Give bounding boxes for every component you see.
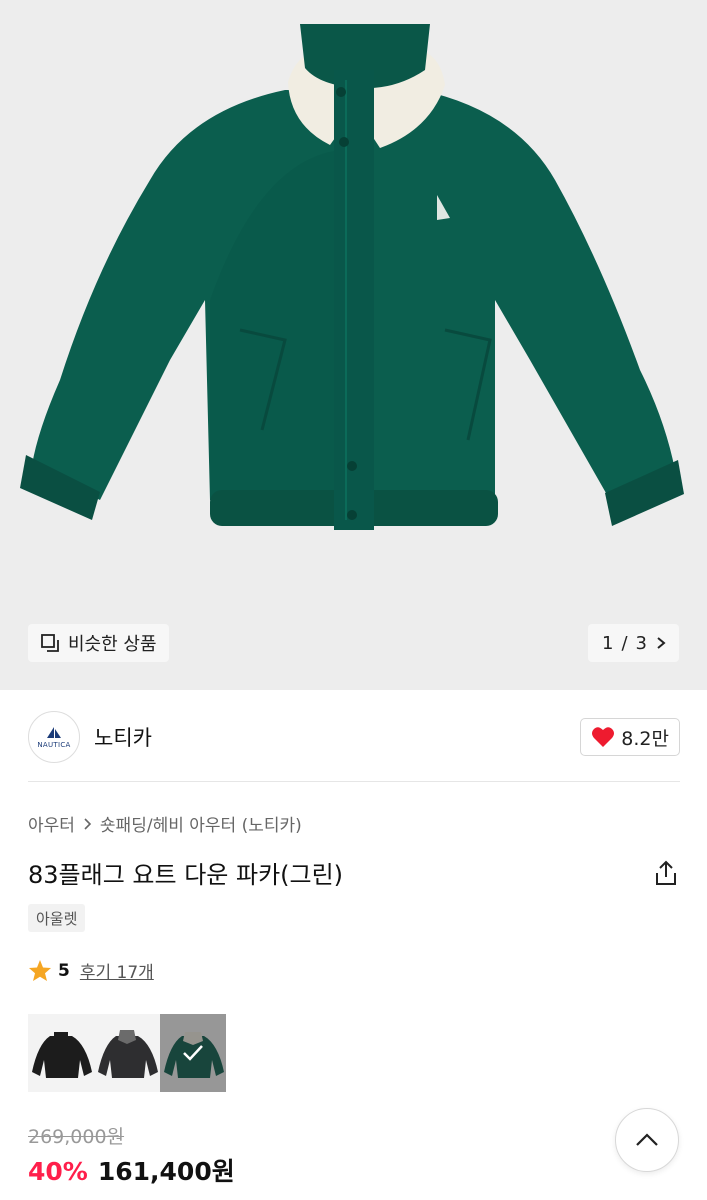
page-total: 3: [635, 632, 647, 654]
rating-score: 5: [58, 960, 70, 981]
jacket-thumbnail: [98, 1030, 158, 1078]
brand-name[interactable]: 노티카: [94, 722, 152, 752]
chevron-right-icon: [84, 817, 92, 830]
like-count: 8.2만: [621, 727, 669, 750]
scroll-to-top-button[interactable]: [615, 1108, 679, 1172]
original-price: 269,000원: [28, 1126, 125, 1148]
sale-price: 161,400원: [97, 1157, 235, 1186]
breadcrumb-level2[interactable]: 숏패딩/헤비 아우터 (노티카): [100, 811, 302, 836]
outlet-tag: 아울렛: [28, 904, 86, 932]
star-icon: [29, 960, 51, 981]
discount-rate: 40%: [28, 1157, 88, 1186]
breadcrumb-level1[interactable]: 아우터: [28, 811, 75, 836]
similar-products-button[interactable]: 비슷한 상품: [28, 624, 169, 662]
share-icon: [656, 860, 676, 885]
divider: [28, 781, 680, 782]
title-row: 83플래그 요트 다운 파카(그린): [28, 855, 680, 890]
rating-row: 5 후기 17개: [28, 958, 154, 983]
sail-logo-icon: [47, 726, 61, 738]
like-button[interactable]: 8.2만: [580, 718, 680, 756]
similar-icon: [41, 634, 59, 652]
brand-row: NAUTICA 노티카 8.2만: [28, 710, 680, 764]
product-title: 83플래그 요트 다운 파카(그린): [28, 861, 344, 889]
breadcrumb: 아우터 숏패딩/헤비 아우터 (노티카): [28, 811, 302, 836]
color-option-charcoal[interactable]: [94, 1014, 160, 1092]
check-icon: [183, 1045, 203, 1061]
color-options: [28, 1014, 226, 1092]
similar-products-label: 비슷한 상품: [68, 634, 157, 655]
color-option-green[interactable]: [160, 1014, 226, 1092]
gallery-page-indicator[interactable]: 1 / 3: [588, 624, 679, 662]
chevron-right-icon: [657, 637, 666, 649]
page-separator: /: [621, 632, 628, 654]
price-row: 40% 161,400원: [28, 1152, 235, 1188]
brand-logo[interactable]: NAUTICA: [28, 711, 80, 763]
jacket-thumbnail: [32, 1032, 92, 1078]
chevron-up-icon: [636, 1133, 658, 1146]
heart-icon: [592, 727, 615, 747]
product-image-gallery[interactable]: 비슷한 상품 1 / 3: [0, 0, 707, 690]
share-button[interactable]: [652, 859, 680, 887]
reviews-link[interactable]: 후기 17개: [80, 958, 154, 983]
product-photo: [20, 24, 684, 530]
color-option-black[interactable]: [28, 1014, 94, 1092]
page-current: 1: [602, 632, 614, 654]
brand-logo-text: NAUTICA: [37, 740, 71, 749]
